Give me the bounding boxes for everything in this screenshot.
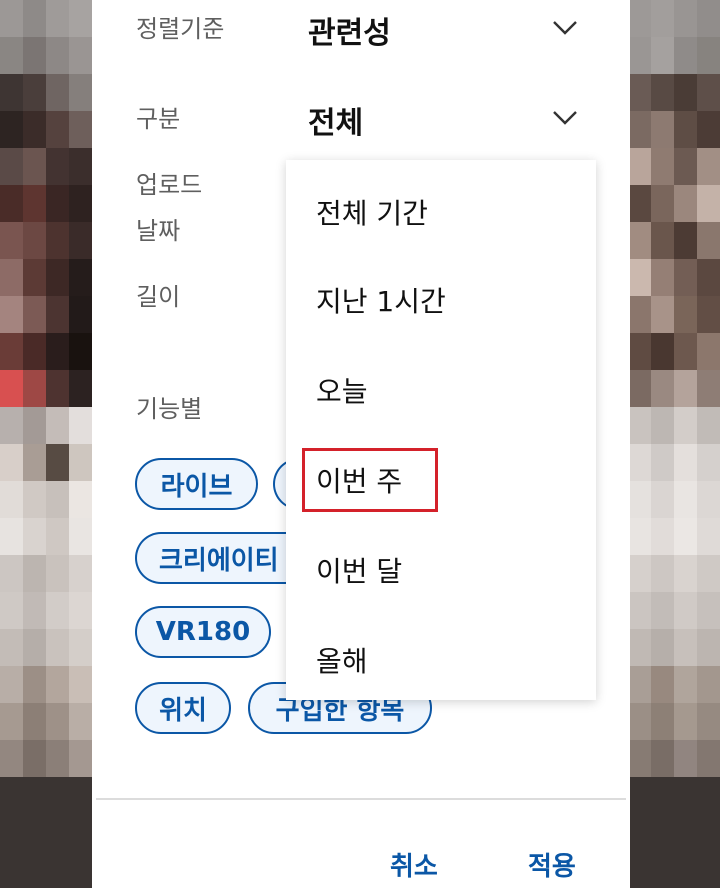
footer-divider xyxy=(96,798,626,800)
upload-date-label-line2: 날짜 xyxy=(136,217,181,245)
sort-label: 정렬기준 xyxy=(136,15,225,43)
apply-button[interactable]: 적용 xyxy=(528,846,576,883)
length-label: 길이 xyxy=(136,283,181,311)
menu-item-last-hour[interactable]: 지난 1시간 xyxy=(316,280,446,320)
upload-date-dropdown-menu: 전체 기간 지난 1시간 오늘 이번 주 이번 달 올해 xyxy=(286,160,596,700)
chip-location[interactable]: 위치 xyxy=(135,682,231,734)
menu-item-this-year[interactable]: 올해 xyxy=(316,640,368,680)
chip-live[interactable]: 라이브 xyxy=(135,458,258,510)
upload-date-label-line1: 업로드 xyxy=(136,171,203,199)
chip-vr180[interactable]: VR180 xyxy=(135,606,271,658)
background-right xyxy=(628,0,720,888)
menu-item-today[interactable]: 오늘 xyxy=(316,370,368,410)
type-chevron-down-icon[interactable] xyxy=(552,104,578,130)
cancel-button[interactable]: 취소 xyxy=(390,846,438,883)
type-label: 구분 xyxy=(136,105,181,133)
background-left xyxy=(0,0,92,888)
sort-chevron-down-icon[interactable] xyxy=(552,14,578,40)
sort-value[interactable]: 관련성 xyxy=(308,8,391,52)
menu-item-this-month[interactable]: 이번 달 xyxy=(316,550,402,590)
type-value[interactable]: 전체 xyxy=(308,98,363,142)
features-label: 기능별 xyxy=(136,395,203,423)
menu-item-all-time[interactable]: 전체 기간 xyxy=(316,192,428,232)
highlight-box xyxy=(302,448,438,512)
